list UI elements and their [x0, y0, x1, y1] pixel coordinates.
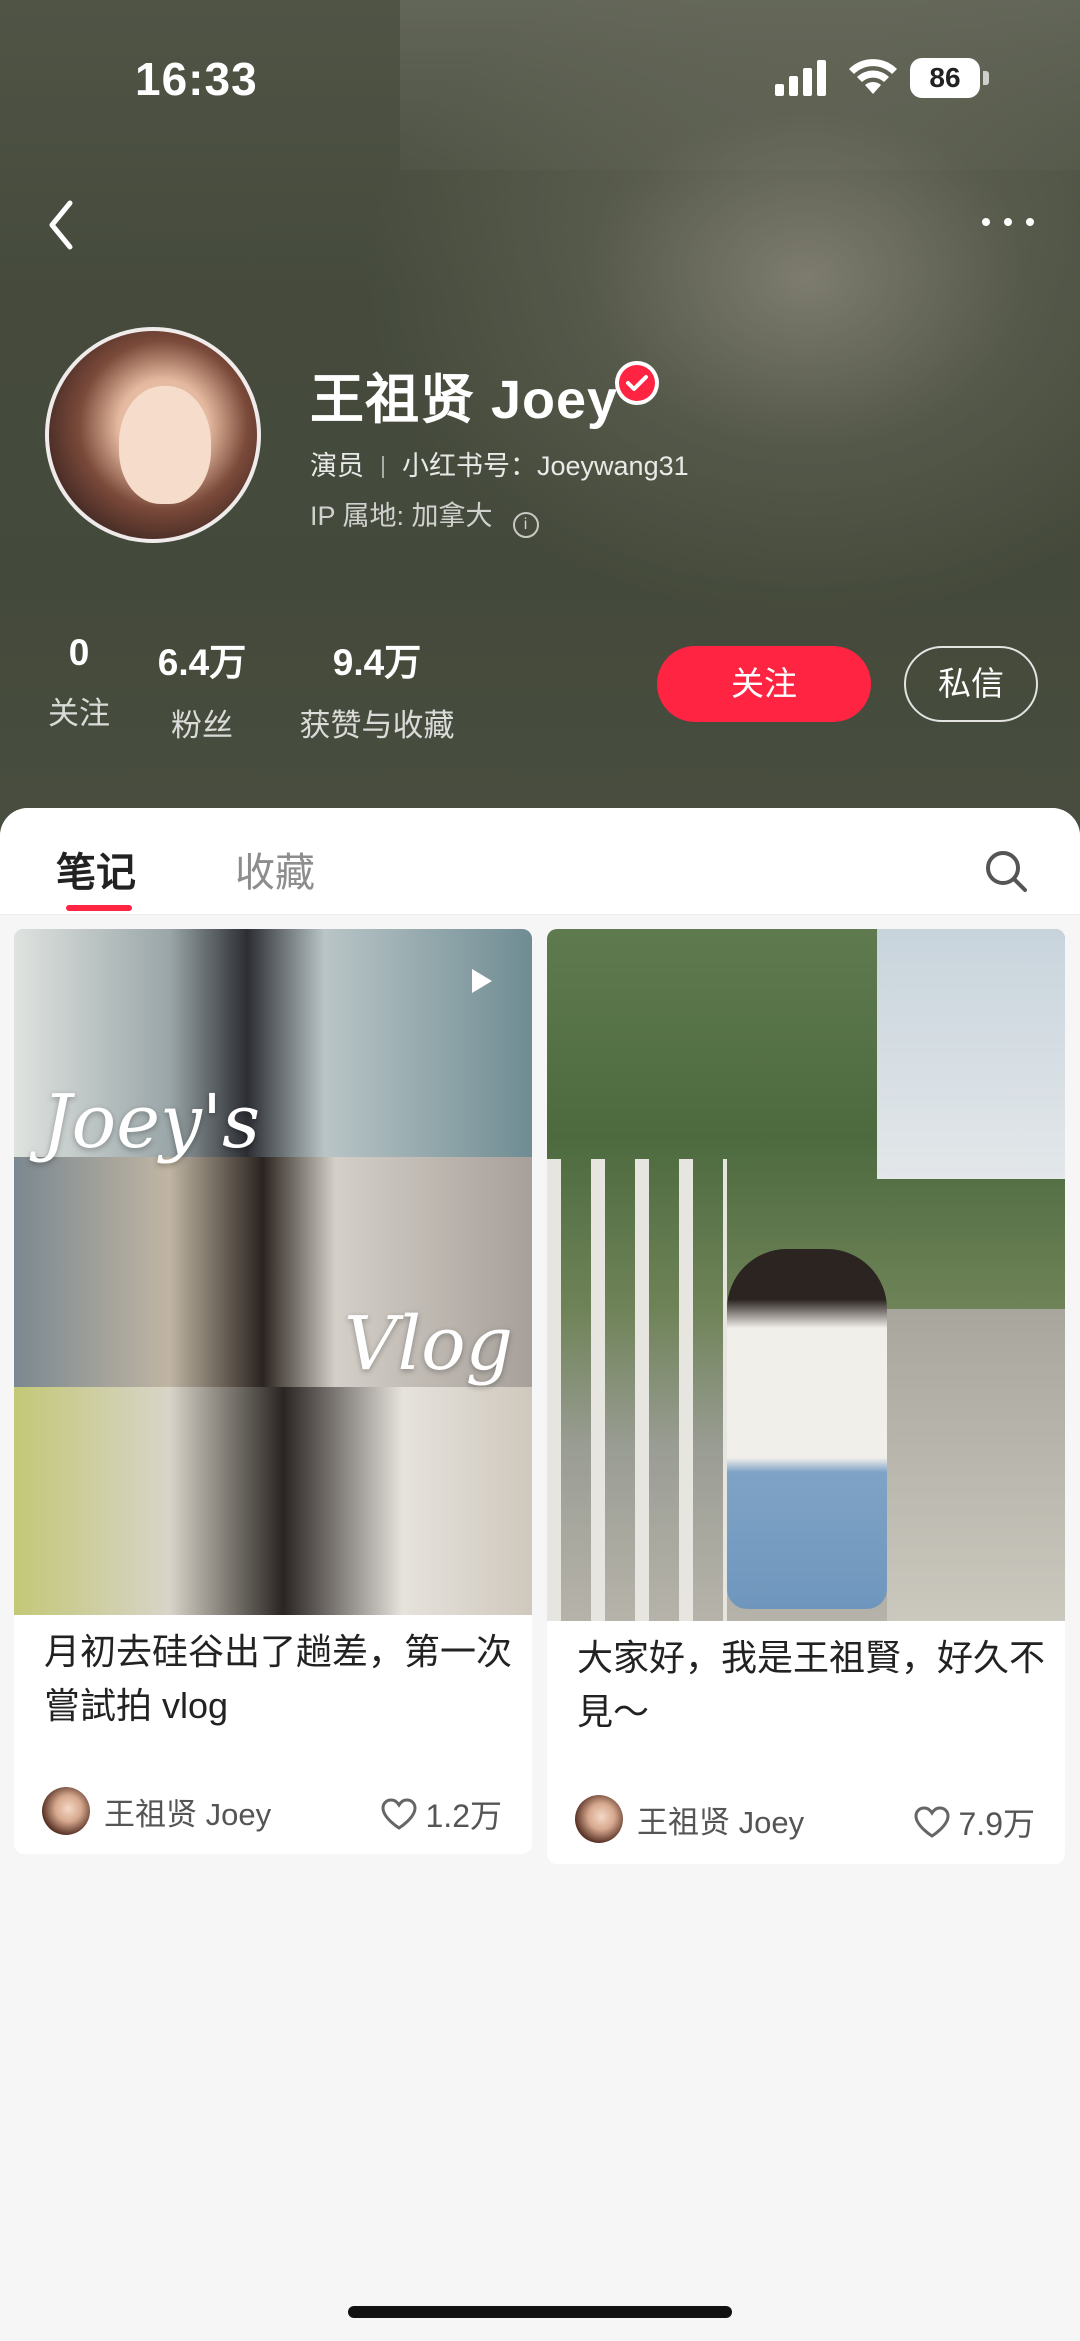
- author-name: 王祖贤 Joey: [637, 1804, 805, 1840]
- like-button[interactable]: 1.2万: [380, 1791, 503, 1837]
- note-author[interactable]: 王祖贤 Joey: [575, 1795, 804, 1843]
- profile-meta: 演员 小红书号：Joeywang31: [310, 444, 689, 483]
- home-indicator[interactable]: [348, 2306, 732, 2318]
- stat-following-value: 0: [68, 632, 90, 673]
- note-card[interactable]: 大家好，我是王祖賢，好久不見～ 王祖贤 Joey 7.9万: [547, 929, 1065, 1864]
- verified-check-icon: [615, 361, 659, 405]
- note-title[interactable]: 月初去硅谷出了趟差，第一次嘗試拍 vlog: [44, 1625, 514, 1733]
- video-play-icon: [472, 969, 492, 993]
- stat-fans-value: 6.4万: [157, 642, 247, 683]
- info-icon[interactable]: i: [512, 512, 539, 538]
- author-avatar: [42, 1787, 90, 1835]
- more-options-icon[interactable]: [978, 210, 1038, 234]
- like-button[interactable]: 7.9万: [913, 1799, 1036, 1845]
- wifi-icon: [849, 59, 897, 94]
- status-time: 16:33: [135, 53, 258, 105]
- tab-bar: 笔记 收藏: [0, 808, 1080, 915]
- cover-overlay-text: Joey's: [42, 1079, 261, 1165]
- author-avatar: [575, 1795, 623, 1843]
- note-card[interactable]: Joey's Vlog 月初去硅谷出了趟差，第一次嘗試拍 vlog 王祖贤 Jo…: [14, 929, 532, 1854]
- note-cover-image[interactable]: Joey's Vlog: [14, 929, 532, 1615]
- profile-header: 16:33 86 王祖贤 Joey 演员 小红书号：Joeywang31 IP 属…: [0, 0, 1080, 840]
- profile-name: 王祖贤 Joey: [310, 370, 619, 430]
- stat-following[interactable]: 0 关注: [44, 632, 114, 733]
- follow-button[interactable]: 关注: [657, 646, 871, 722]
- heart-icon: [380, 1798, 417, 1830]
- note-title[interactable]: 大家好，我是王祖賢，好久不見～: [577, 1631, 1047, 1739]
- like-count: 1.2万: [425, 1798, 503, 1834]
- author-name: 王祖贤 Joey: [104, 1796, 272, 1832]
- notes-section: 笔记 收藏 Joey's Vlog 月初去硅谷出了趟差，第一次嘗試拍 vlog …: [0, 808, 1080, 2341]
- active-tab-indicator: [66, 905, 132, 911]
- stat-following-label: 关注: [48, 696, 110, 731]
- back-arrow-icon[interactable]: [40, 195, 84, 255]
- avatar[interactable]: [45, 327, 261, 543]
- like-count: 7.9万: [958, 1806, 1036, 1842]
- cellular-signal-icon: [775, 60, 826, 96]
- battery-icon: 86: [910, 58, 990, 98]
- battery-level: 86: [910, 58, 980, 98]
- stat-likes-collects[interactable]: 9.4万 获赞与收藏: [292, 632, 462, 745]
- note-cover-image[interactable]: [547, 929, 1065, 1621]
- occupation-label: 演员: [310, 451, 364, 481]
- tab-notes[interactable]: 笔记: [56, 840, 136, 898]
- stat-likes-label: 获赞与收藏: [299, 708, 455, 743]
- stat-fans[interactable]: 6.4万 粉丝: [148, 632, 256, 745]
- heart-icon: [913, 1806, 950, 1838]
- message-button[interactable]: 私信: [904, 646, 1038, 722]
- stat-fans-label: 粉丝: [171, 708, 233, 743]
- cover-overlay-text: Vlog: [344, 1301, 514, 1387]
- ip-location-text: IP 属地: 加拿大: [310, 501, 493, 531]
- xhs-id: 小红书号：Joeywang31: [402, 451, 689, 481]
- note-author[interactable]: 王祖贤 Joey: [42, 1787, 271, 1835]
- tab-collections[interactable]: 收藏: [235, 840, 315, 898]
- search-icon[interactable]: [983, 848, 1029, 894]
- stat-likes-value: 9.4万: [332, 642, 422, 683]
- ip-location: IP 属地: 加拿大 i: [310, 494, 539, 538]
